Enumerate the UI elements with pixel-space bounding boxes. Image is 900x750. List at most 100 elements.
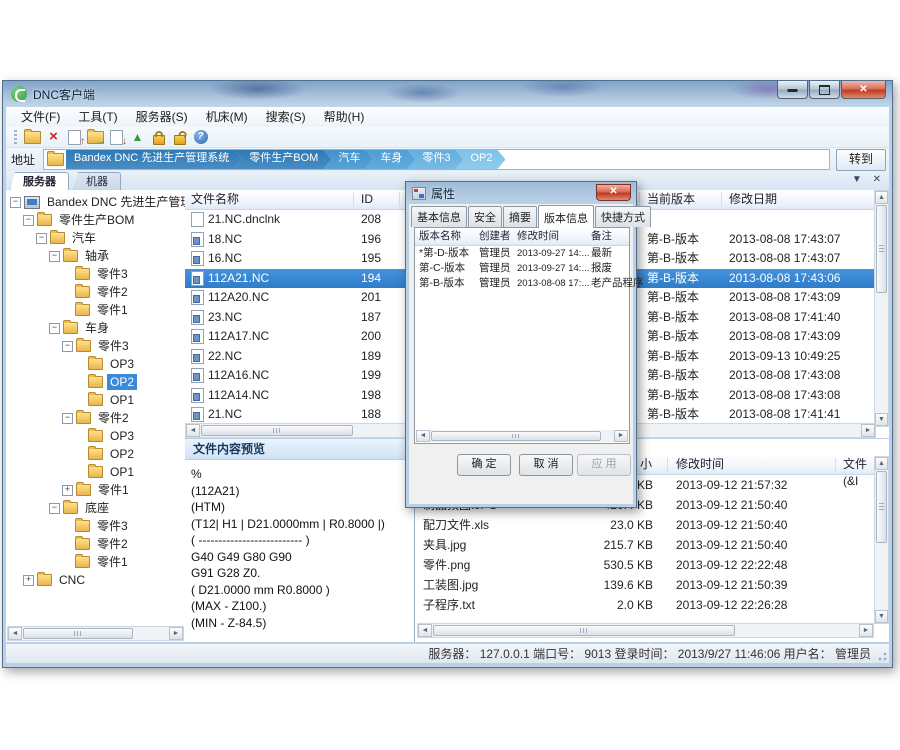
tree-item[interactable]: OP2	[6, 445, 185, 463]
menu-item-1[interactable]: 文件(F)	[12, 107, 69, 127]
collapse-icon[interactable]: −	[62, 413, 73, 424]
tree-item[interactable]: −汽车	[6, 229, 185, 247]
dialog-tab-4[interactable]: 版本信息	[538, 205, 594, 228]
expand-icon[interactable]: +	[62, 485, 73, 496]
cancel-button[interactable]: 取 消	[519, 454, 573, 476]
attachment-row[interactable]: 零件.png530.5 KB2013-09-12 22:22:48	[415, 555, 876, 575]
menu-item-5[interactable]: 搜索(S)	[257, 107, 315, 127]
col-size[interactable]: 小	[640, 456, 652, 473]
version-row[interactable]: 第-C-版本管理员2013-09-27 14:...报废	[415, 261, 629, 276]
menu-item-3[interactable]: 服务器(S)	[127, 107, 197, 127]
tree-item[interactable]: −底座	[6, 499, 185, 517]
dialog-tab-5[interactable]: 快捷方式	[595, 206, 651, 227]
dialog-titlebar[interactable]: 属性 ✕	[406, 182, 636, 204]
tree-item[interactable]: −车身	[6, 319, 185, 337]
tree-item[interactable]: −零件生产BOM	[6, 211, 185, 229]
collapse-icon[interactable]: −	[10, 197, 21, 208]
minimize-button[interactable]: ▬	[777, 81, 808, 99]
tree-item[interactable]: 零件3	[6, 517, 185, 535]
col-current-version[interactable]: 当前版本	[647, 190, 695, 208]
scroll-right-icon[interactable]: ►	[614, 430, 628, 442]
upload-icon[interactable]: ▲	[127, 128, 148, 146]
menu-item-6[interactable]: 帮助(H)	[315, 107, 374, 127]
scroll-down-icon[interactable]: ▼	[875, 610, 888, 623]
expand-icon[interactable]: +	[23, 575, 34, 586]
attachment-row[interactable]: 子程序.txt2.0 KB2013-09-12 22:26:28	[415, 595, 876, 615]
tree-item[interactable]: 零件1	[6, 301, 185, 319]
col-creator[interactable]: 创建者	[479, 228, 511, 244]
scroll-down-icon[interactable]: ▼	[875, 413, 888, 426]
tree-item[interactable]: OP3	[6, 427, 185, 445]
dialog-tab-1[interactable]: 基本信息	[411, 206, 467, 227]
tree-item[interactable]: OP1	[6, 391, 185, 409]
attachment-row[interactable]: 配刀文件.xls23.0 KB2013-09-12 21:50:40	[415, 515, 876, 535]
tab-list-dropdown-icon[interactable]: ▼	[852, 174, 862, 185]
attachments-vscrollbar[interactable]: ▲ ▼	[874, 456, 889, 624]
col-note[interactable]: 备注	[591, 228, 612, 244]
scroll-right-icon[interactable]: ►	[859, 624, 873, 637]
attachments-hscrollbar[interactable]: ◄ ►	[417, 623, 874, 638]
tree-item[interactable]: −Bandex DNC 先进生产管理系	[6, 193, 185, 211]
menu-item-4[interactable]: 机床(M)	[197, 107, 257, 127]
col-modified-time[interactable]: 修改时间	[676, 456, 724, 473]
tree-item[interactable]: OP2	[6, 373, 185, 391]
ok-button[interactable]: 确 定	[457, 454, 511, 476]
tree-item[interactable]: 零件2	[6, 283, 185, 301]
col-version-name[interactable]: 版本名称	[419, 228, 461, 244]
attachment-row[interactable]: 工装图.jpg139.6 KB2013-09-12 21:50:39	[415, 575, 876, 595]
col-modify-time[interactable]: 修改时间	[517, 228, 559, 244]
view-tab-1[interactable]: 服务器	[10, 172, 69, 191]
version-list-hscrollbar[interactable]: ◄ ►	[416, 430, 628, 442]
collapse-icon[interactable]: −	[62, 341, 73, 352]
version-row[interactable]: 第-B-版本管理员2013-08-08 17:...老产品程序	[415, 276, 629, 291]
titlebar[interactable]: DNC客户端 ▬ ✕	[3, 81, 892, 107]
col-modified-date[interactable]: 修改日期	[729, 190, 777, 208]
tree-item[interactable]: 零件3	[6, 265, 185, 283]
scroll-up-icon[interactable]: ▲	[875, 457, 888, 470]
collapse-icon[interactable]: −	[49, 323, 60, 334]
close-button[interactable]: ✕	[841, 81, 886, 99]
file-list-vscrollbar[interactable]: ▲ ▼	[874, 190, 889, 427]
menu-item-2[interactable]: 工具(T)	[69, 107, 126, 127]
collapse-icon[interactable]: −	[23, 215, 34, 226]
help-icon[interactable]: ?	[190, 128, 211, 146]
scroll-left-icon[interactable]: ◄	[186, 424, 200, 437]
tree-item[interactable]: OP1	[6, 463, 185, 481]
tree-hscrollbar[interactable]: ◄ ►	[7, 626, 184, 641]
dialog-close-button[interactable]: ✕	[596, 184, 631, 201]
scroll-right-icon[interactable]: ►	[861, 424, 875, 437]
delete-icon[interactable]: ×	[43, 128, 64, 146]
tree-item[interactable]: +CNC	[6, 571, 185, 589]
go-button[interactable]: 转到	[836, 149, 886, 171]
dialog-tab-2[interactable]: 安全	[468, 206, 502, 227]
scroll-left-icon[interactable]: ◄	[418, 624, 432, 637]
tree-item[interactable]: OP3	[6, 355, 185, 373]
collapse-icon[interactable]: −	[49, 251, 60, 262]
view-tab-2[interactable]: 机器	[73, 172, 121, 191]
unlock-icon[interactable]	[169, 128, 190, 146]
dialog-tab-3[interactable]: 摘要	[503, 206, 537, 227]
checkout-icon[interactable]: ↓	[106, 128, 127, 146]
tree-item[interactable]: 零件1	[6, 553, 185, 571]
new-folder-icon[interactable]	[22, 128, 43, 146]
tree-item[interactable]: −零件2	[6, 409, 185, 427]
resize-grip[interactable]	[876, 650, 888, 662]
breadcrumb-item-1[interactable]: Bandex DNC 先进生产管理系统	[66, 150, 242, 169]
lock-icon[interactable]	[148, 128, 169, 146]
tree-item[interactable]: 零件2	[6, 535, 185, 553]
scroll-left-icon[interactable]: ◄	[416, 430, 430, 442]
tree-item[interactable]: −轴承	[6, 247, 185, 265]
maximize-button[interactable]	[809, 81, 840, 99]
scroll-right-icon[interactable]: ►	[169, 627, 183, 640]
collapse-icon[interactable]: −	[49, 503, 60, 514]
attachment-row[interactable]: 夹具.jpg215.7 KB2013-09-12 21:50:40	[415, 535, 876, 555]
version-list-header[interactable]: 版本名称 创建者 修改时间 备注	[415, 228, 629, 246]
tree-item[interactable]: −零件3	[6, 337, 185, 355]
scroll-left-icon[interactable]: ◄	[8, 627, 22, 640]
col-file-name[interactable]: 文件名称	[191, 190, 239, 208]
export-icon[interactable]: →	[85, 128, 106, 146]
scroll-up-icon[interactable]: ▲	[875, 191, 888, 204]
checkin-icon[interactable]: ↑	[64, 128, 85, 146]
col-id[interactable]: ID	[361, 190, 373, 208]
breadcrumb-item-5[interactable]: 零件3	[407, 150, 463, 169]
